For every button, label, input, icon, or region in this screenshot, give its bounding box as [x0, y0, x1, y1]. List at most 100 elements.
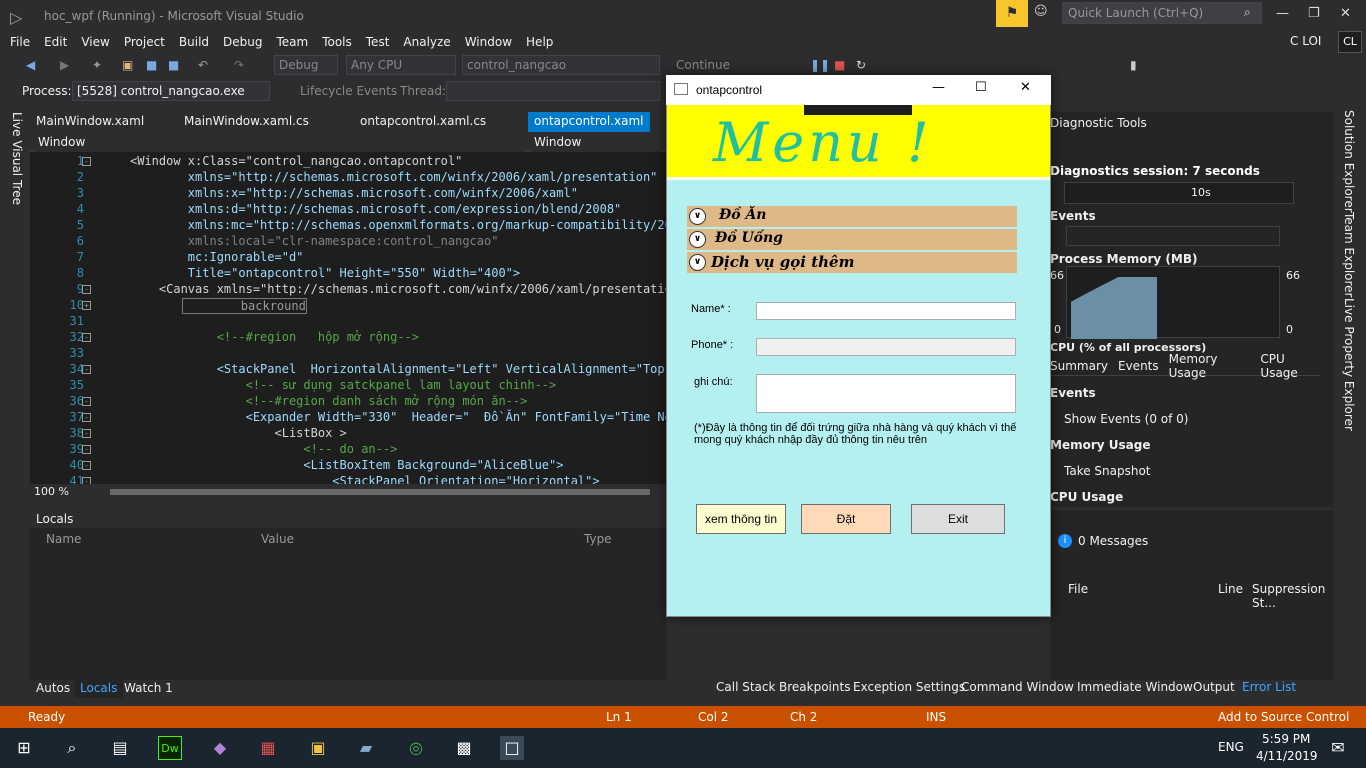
action-center-icon[interactable]: ✉ [1326, 736, 1350, 760]
feedback-icon[interactable]: ☺ [1034, 4, 1048, 19]
restore-button[interactable]: ❐ [1308, 6, 1320, 21]
solution-explorer-tab[interactable]: Solution Explorer [1342, 110, 1356, 213]
expand-region-icon[interactable]: + [82, 301, 91, 310]
stop-icon[interactable]: ■ [834, 58, 848, 72]
live-property-explorer-tab[interactable]: Live Property Explorer [1342, 298, 1356, 431]
locals-col-value[interactable]: Value [261, 532, 294, 546]
add-to-source-control-button[interactable]: Add to Source Control [1218, 710, 1349, 724]
collapse-region-icon[interactable]: - [82, 429, 91, 438]
locals-col-name[interactable]: Name [46, 532, 81, 546]
start-windows-icon[interactable]: ⊞ [12, 736, 36, 760]
visual-studio-icon[interactable]: ◆ [208, 736, 232, 760]
code-line[interactable]: xmlns:mc="http://schemas.openxmlformats.… [130, 218, 666, 232]
col-file[interactable]: File [1068, 582, 1088, 596]
task-view-icon[interactable]: ▤ [108, 736, 132, 760]
expander-do-an[interactable]: ∨ Đồ Ăn [687, 206, 1017, 227]
app-close-button[interactable]: ✕ [1020, 80, 1031, 95]
user-name[interactable]: C LOI [1290, 34, 1321, 48]
code-line[interactable]: <Expander Width="330" Header=" Đồ Ăn" Fo… [130, 410, 666, 424]
chrome-icon[interactable]: ◎ [404, 736, 428, 760]
tab-watch-1[interactable]: Watch 1 [118, 680, 179, 698]
code-line[interactable]: Title="ontapcontrol" Height="550" Width=… [130, 266, 520, 280]
name-input[interactable] [756, 302, 1016, 320]
code-line[interactable]: <!--#region hộp mở rộng--> [130, 330, 419, 344]
expander-do-uong[interactable]: ∨ Đồ Uống [687, 229, 1017, 250]
code-line[interactable]: <Canvas xmlns="http://schemas.microsoft.… [130, 282, 666, 296]
col-line[interactable]: Line [1218, 582, 1243, 596]
input-language[interactable]: ENG [1218, 740, 1244, 754]
collapsed-region-backround[interactable]: backround [182, 298, 307, 314]
messages-filter[interactable]: 0 Messages [1078, 534, 1148, 548]
tab-cpu-usage[interactable]: CPU Usage [1260, 352, 1320, 380]
tab-call-stack[interactable]: Call Stack [716, 680, 775, 694]
collapse-region-icon[interactable]: - [82, 285, 91, 294]
app-minimize-button[interactable]: — [932, 80, 945, 95]
collapse-region-icon[interactable]: - [82, 333, 91, 342]
horizontal-scrollbar[interactable] [110, 489, 650, 495]
notifications-flag-icon[interactable]: ⚑ [996, 0, 1028, 27]
code-line[interactable]: mc:Ignorable="d" [130, 250, 304, 264]
exit-button[interactable]: Exit [911, 504, 1005, 534]
note-textarea[interactable] [756, 374, 1016, 413]
take-snapshot-button[interactable]: Take Snapshot [1064, 464, 1151, 478]
app-maximize-button[interactable]: ☐ [975, 80, 987, 95]
minimize-button[interactable]: — [1276, 6, 1289, 21]
code-line[interactable]: <ListBox > [130, 426, 346, 440]
close-button[interactable]: ✕ [1340, 6, 1351, 21]
collapse-region-icon[interactable]: - [82, 397, 91, 406]
restart-icon[interactable]: ↻ [856, 58, 870, 72]
tab-exception-settings[interactable]: Exception Settings [853, 680, 965, 694]
collapse-region-icon[interactable]: - [82, 413, 91, 422]
tab-error-list[interactable]: Error List [1242, 680, 1296, 694]
tab-summary[interactable]: Summary [1050, 359, 1108, 373]
code-line[interactable]: <!-- sư dụng satckpanel lam layout chinh… [130, 378, 557, 392]
avatar[interactable]: CL [1338, 31, 1362, 53]
timeline-ruler[interactable]: 10s [1064, 182, 1294, 204]
code-line[interactable]: <ListBoxItem Background="AliceBlue"> [130, 458, 563, 472]
memory-graph[interactable] [1066, 266, 1280, 339]
code-line[interactable]: xmlns:local="clr-namespace:control_nangc… [130, 234, 499, 248]
quick-launch-input[interactable]: Quick Launch (Ctrl+Q) [1062, 2, 1262, 24]
bookmark-icon[interactable]: ▮ [1130, 58, 1144, 72]
phone-input[interactable] [756, 338, 1016, 356]
code-line[interactable]: <StackPanel Orientation="Horizontal"> [130, 474, 599, 484]
tab-autos[interactable]: Autos [30, 680, 76, 698]
code-line[interactable]: <!-- do an--> [130, 442, 397, 456]
chevron-down-icon[interactable]: ∨ [689, 254, 706, 271]
collapse-region-icon[interactable]: - [82, 477, 91, 484]
search-icon[interactable]: ⌕ [60, 736, 84, 760]
code-line[interactable]: <StackPanel HorizontalAlignment="Left" V… [130, 362, 666, 376]
clock-time[interactable]: 5:59 PM [1262, 732, 1310, 746]
tab-events[interactable]: Events [1118, 359, 1159, 373]
team-explorer-tab[interactable]: Team Explorer [1342, 212, 1356, 298]
view-info-button[interactable]: xem thông tin [696, 504, 786, 534]
collapse-region-icon[interactable]: - [82, 461, 91, 470]
code-line[interactable]: <Window x:Class="control_nangcao.ontapco… [130, 154, 462, 168]
collapse-region-icon[interactable]: - [82, 365, 91, 374]
search-icon[interactable]: ⌕ [1244, 5, 1251, 20]
pause-icon[interactable]: ❚❚ [810, 58, 830, 72]
code-line[interactable]: xmlns:x="http://schemas.microsoft.com/wi… [130, 186, 578, 200]
collapse-region-icon[interactable]: - [82, 157, 91, 166]
locals-col-type[interactable]: Type [584, 532, 612, 546]
tab-output[interactable]: Output [1193, 680, 1235, 694]
notes-app-icon[interactable]: ▰ [354, 736, 378, 760]
wpf-app-taskbar-icon[interactable]: □ [500, 736, 524, 760]
code-line[interactable]: <!--#region danh sách mở rộng món ăn--> [130, 394, 528, 408]
chevron-down-icon[interactable]: ∨ [689, 208, 706, 225]
code-line[interactable]: xmlns="http://schemas.microsoft.com/winf… [130, 170, 658, 184]
chevron-down-icon[interactable]: ∨ [689, 231, 706, 248]
expander-dich-vu[interactable]: ∨ Dịch vụ gọi thêm [687, 252, 1017, 273]
order-button[interactable]: Đặt [801, 504, 891, 534]
media-app-icon[interactable]: ▩ [452, 736, 476, 760]
clock-date[interactable]: 4/11/2019 [1256, 749, 1318, 763]
tab-breakpoints[interactable]: Breakpoints [779, 680, 850, 694]
tab-command-window[interactable]: Command Window [961, 680, 1074, 694]
dreamweaver-icon[interactable]: Dw [158, 736, 182, 760]
tab-locals[interactable]: Locals [74, 680, 124, 698]
tab-memory-usage[interactable]: Memory Usage [1169, 352, 1251, 380]
collapse-region-icon[interactable]: - [82, 445, 91, 454]
file-explorer-icon[interactable]: ▣ [306, 736, 330, 760]
calendar-app-icon[interactable]: ▦ [256, 736, 280, 760]
zoom-select[interactable]: 100 % [34, 485, 69, 498]
